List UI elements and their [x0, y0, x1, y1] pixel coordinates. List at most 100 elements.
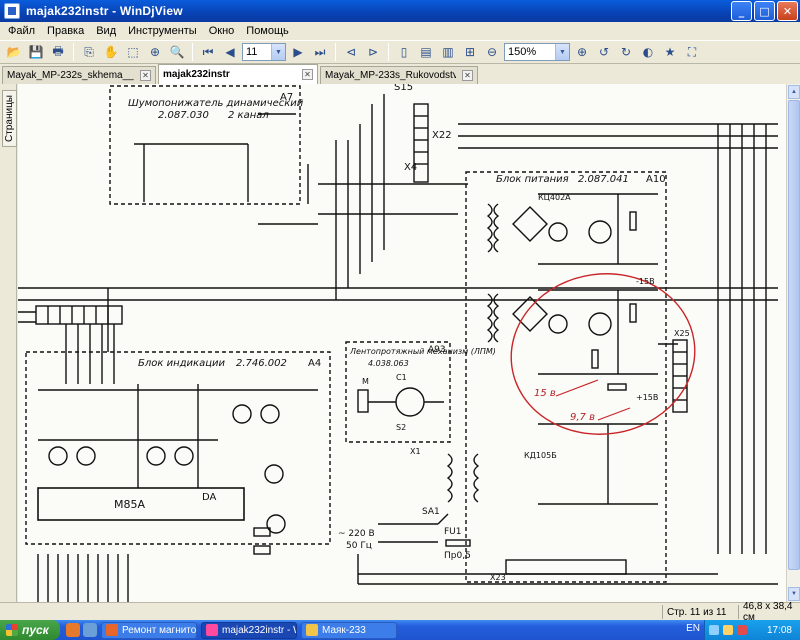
- scroll-thumb[interactable]: [788, 100, 800, 570]
- fit-icon[interactable]: ⊞: [460, 42, 480, 62]
- save-icon[interactable]: 💾: [26, 42, 46, 62]
- app-icon: [4, 3, 20, 19]
- minimize-icon[interactable]: _: [731, 1, 752, 21]
- firefox-icon: [106, 624, 118, 636]
- zoom-combo[interactable]: 150% ▼: [504, 43, 570, 61]
- windjview-icon: [206, 624, 218, 636]
- bookmark-icon[interactable]: ★: [660, 42, 680, 62]
- start-button[interactable]: пуск: [0, 620, 60, 640]
- label-a7: A7: [280, 92, 293, 103]
- menu-edit[interactable]: Правка: [41, 25, 90, 37]
- label-kv42a: КЦ402А: [538, 193, 571, 202]
- quick-launch: [66, 623, 97, 637]
- tab-majak232instr[interactable]: majak232instr ✕: [158, 64, 318, 84]
- select-tool-icon[interactable]: ⬚: [123, 42, 143, 62]
- label-noise-reducer: Шумопонижатель динамический: [128, 98, 304, 109]
- clock: 17:08: [766, 624, 792, 636]
- back-icon[interactable]: ⊲: [341, 42, 361, 62]
- label-s2: S2: [396, 423, 406, 432]
- print-icon[interactable]: 🖶: [48, 42, 68, 62]
- task-repair-page[interactable]: Ремонт магнитофон...: [101, 621, 197, 639]
- indicator-block: [25, 351, 331, 545]
- chevron-down-icon[interactable]: ▼: [555, 44, 569, 60]
- vertical-scrollbar[interactable]: ▲ ▼: [786, 84, 800, 602]
- label-m15: М: [362, 377, 369, 386]
- annotation-9-7v: 9,7 в: [570, 412, 595, 423]
- task-label: majak232instr - WinD...: [222, 624, 296, 636]
- menu-window[interactable]: Окно: [203, 25, 241, 37]
- maximize-icon[interactable]: □: [754, 1, 775, 21]
- zoom-out-icon[interactable]: ⊖: [482, 42, 502, 62]
- document-tabs: Mayak_MP-232s_skhema__pechatki ✕ majak23…: [0, 64, 800, 84]
- forward-icon[interactable]: ⊳: [363, 42, 383, 62]
- label-power-block: Блок питания: [496, 174, 569, 185]
- zoom-value: 150%: [508, 46, 537, 58]
- close-icon[interactable]: ✕: [140, 70, 151, 81]
- task-label: Маяк-233: [322, 624, 366, 636]
- zoom-rect-icon[interactable]: ⊕: [145, 42, 165, 62]
- label-frequency: 50 Гц: [346, 541, 372, 551]
- rotate-right-icon[interactable]: ↻: [616, 42, 636, 62]
- scroll-up-icon[interactable]: ▲: [788, 85, 800, 99]
- menu-tools[interactable]: Инструменты: [122, 25, 203, 37]
- label-noise-reducer-code: 2.087.030: [158, 110, 209, 121]
- folder-icon: [306, 624, 318, 636]
- annotation-15v: 15 в: [534, 388, 556, 399]
- label-plus15: +15В: [636, 393, 658, 402]
- browser-icon[interactable]: [66, 623, 80, 637]
- status-bar: Стр. 11 из 11 46,8 x 38,4 см: [0, 601, 800, 623]
- open-icon[interactable]: 📂: [4, 42, 24, 62]
- label-indicator-block: Блок индикации: [138, 358, 226, 369]
- scroll-down-icon[interactable]: ▼: [788, 587, 800, 601]
- facing-icon[interactable]: ▥: [438, 42, 458, 62]
- display-mode-icon[interactable]: ◐: [638, 42, 658, 62]
- toolbar-separator: [73, 43, 74, 61]
- prev-page-icon[interactable]: ◀: [220, 42, 240, 62]
- language-indicator[interactable]: EN: [686, 623, 700, 634]
- single-page-icon[interactable]: ▯: [394, 42, 414, 62]
- document-view[interactable]: Шумопонижатель динамический 2.087.030 2 …: [18, 84, 786, 602]
- status-page: Стр. 11 из 11: [662, 605, 736, 619]
- antivirus-icon[interactable]: [737, 625, 747, 635]
- tab-label: Mayak_MP-232s_skhema__pechatki: [7, 70, 134, 81]
- find-icon[interactable]: 🔍: [167, 42, 187, 62]
- copy-icon[interactable]: ⎘: [79, 42, 99, 62]
- first-page-icon[interactable]: ⏮: [198, 42, 218, 62]
- show-desktop-icon[interactable]: [83, 623, 97, 637]
- power-block: [465, 171, 667, 583]
- zoom-in-icon[interactable]: ⊕: [572, 42, 592, 62]
- page-combo[interactable]: 11 ▼: [242, 43, 286, 61]
- menu-help[interactable]: Помощь: [240, 25, 295, 37]
- start-label: пуск: [22, 623, 49, 637]
- label-a10: A10: [646, 174, 666, 185]
- menu-view[interactable]: Вид: [90, 25, 122, 37]
- schematic-drawing: Шумопонижатель динамический 2.087.030 2 …: [18, 84, 778, 602]
- network-icon[interactable]: [709, 625, 719, 635]
- last-page-icon[interactable]: ⏭: [310, 42, 330, 62]
- label-x25: X25: [674, 329, 690, 338]
- menu-file[interactable]: Файл: [2, 25, 41, 37]
- volume-icon[interactable]: [723, 625, 733, 635]
- label-x22: X22: [432, 130, 452, 141]
- task-windjview[interactable]: majak232instr - WinD...: [201, 621, 297, 639]
- status-size: 46,8 x 38,4 см: [738, 601, 800, 623]
- continuous-icon[interactable]: ▤: [416, 42, 436, 62]
- close-icon[interactable]: ✕: [302, 69, 313, 80]
- fullscreen-icon[interactable]: ⛶: [682, 42, 702, 62]
- toolbar-separator: [335, 43, 336, 61]
- rotate-left-icon[interactable]: ↺: [594, 42, 614, 62]
- next-page-icon[interactable]: ▶: [288, 42, 308, 62]
- tab-mayak-232-skhema[interactable]: Mayak_MP-232s_skhema__pechatki ✕: [2, 66, 156, 84]
- close-icon[interactable]: ✕: [462, 70, 473, 81]
- chevron-down-icon[interactable]: ▼: [271, 44, 285, 60]
- tab-mayak-233-rukovodstvo[interactable]: Mayak_MP-233s_Rukovodstvo_po_explua... ✕: [320, 66, 478, 84]
- windows-flag-icon: [6, 624, 18, 636]
- close-icon[interactable]: ✕: [777, 1, 798, 21]
- label-fuse: FU1: [444, 527, 462, 537]
- task-mayak-233[interactable]: Маяк-233: [301, 621, 397, 639]
- label-voltage: ~ 220 В: [338, 529, 375, 539]
- label-x4: X4: [404, 162, 417, 173]
- toolbar: 📂 💾 🖶 ⎘ ✋ ⬚ ⊕ 🔍 ⏮ ◀ 11 ▼ ▶ ⏭ ⊲ ⊳ ▯ ▤ ▥ ⊞…: [0, 40, 800, 64]
- pages-panel-tab[interactable]: Страницы: [2, 90, 17, 147]
- hand-tool-icon[interactable]: ✋: [101, 42, 121, 62]
